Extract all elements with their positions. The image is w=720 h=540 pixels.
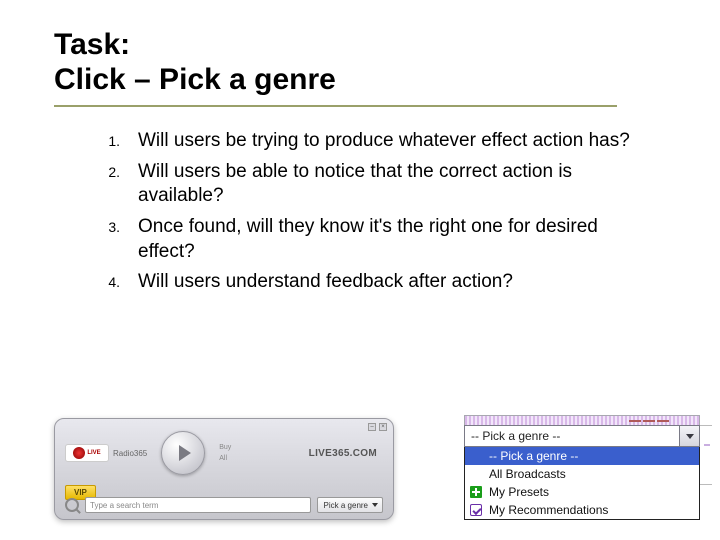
slide-title: Task: Click – Pick a genre <box>54 28 666 97</box>
combo-option-label: My Presets <box>489 485 549 499</box>
combo-option-label: -- Pick a genre -- <box>489 449 578 463</box>
plus-icon <box>469 485 483 499</box>
brand-dot-icon <box>73 447 85 459</box>
title-line-2: Click – Pick a genre <box>54 63 666 98</box>
genre-dropdown-button[interactable]: Pick a genre <box>317 497 383 513</box>
list-item: Will users understand feedback after act… <box>138 270 656 295</box>
title-line-1: Task: <box>54 28 666 63</box>
mid-label: All <box>219 455 231 462</box>
check-icon <box>469 503 483 517</box>
panel-edge-decoration <box>700 425 712 485</box>
combo-option-label: All Broadcasts <box>489 467 566 481</box>
media-player-window: – × LIVE Radio365 Buy All LIVE365.COM VI… <box>54 418 394 520</box>
play-icon <box>179 445 191 461</box>
play-button[interactable] <box>161 431 205 475</box>
title-underline <box>54 105 617 107</box>
combo-option[interactable]: My Recommendations <box>465 501 699 519</box>
panel-header-stripe <box>464 415 700 425</box>
mid-label: Buy <box>219 444 231 451</box>
blank-icon <box>469 467 483 481</box>
list-item: Will users be trying to produce whatever… <box>138 129 656 154</box>
combo-option[interactable]: All Broadcasts <box>465 465 699 483</box>
logo-text: LIVE365.COM <box>309 448 377 459</box>
list-number: 4. <box>78 270 120 295</box>
question-list: 1. Will users be trying to produce whate… <box>54 129 666 295</box>
combo-option[interactable]: -- Pick a genre -- <box>465 447 699 465</box>
blank-icon <box>469 449 483 463</box>
list-item: Once found, will they know it's the righ… <box>138 215 656 264</box>
brand-badge: LIVE <box>65 444 109 462</box>
list-item: Will users be able to notice that the co… <box>138 160 656 209</box>
combo-listbox: -- Pick a genre -- All Broadcasts My Pre… <box>464 447 700 520</box>
chevron-down-icon <box>686 434 694 439</box>
combo-option[interactable]: My Presets <box>465 483 699 501</box>
list-number: 2. <box>78 160 120 209</box>
combo-option-label: My Recommendations <box>489 503 608 517</box>
genre-dropdown-panel: -- Pick a genre -- -- Pick a genre -- Al… <box>464 415 700 520</box>
list-number: 1. <box>78 129 120 154</box>
search-input[interactable]: Type a search term <box>85 497 311 513</box>
radio-label: Radio365 <box>113 449 147 458</box>
combo-toggle-button[interactable] <box>680 425 700 447</box>
combo-selected-value[interactable]: -- Pick a genre -- <box>464 425 680 447</box>
list-number: 3. <box>78 215 120 264</box>
search-icon[interactable] <box>65 498 79 512</box>
